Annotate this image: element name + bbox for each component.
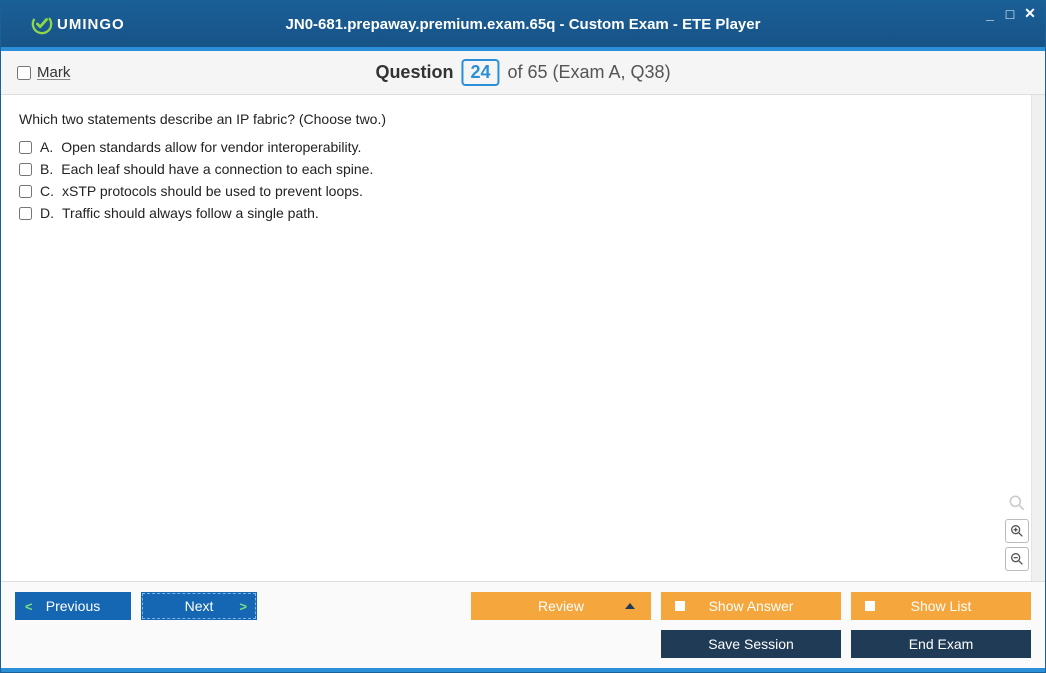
question-of-text: of 65 (Exam A, Q38) bbox=[507, 62, 670, 83]
mark-label: MMarkark bbox=[37, 64, 70, 81]
question-body: Which two statements describe an IP fabr… bbox=[1, 95, 1045, 581]
question-header: MMarkark Question 24 of 65 (Exam A, Q38) bbox=[1, 51, 1045, 95]
maximize-icon[interactable]: □ bbox=[1003, 6, 1017, 22]
window-title: JN0-681.prepaway.premium.exam.65q - Cust… bbox=[286, 16, 761, 33]
square-icon bbox=[675, 601, 685, 611]
footer-row-2: Save Session End Exam bbox=[15, 630, 1031, 658]
show-answer-button[interactable]: Show Answer bbox=[661, 592, 841, 620]
choice-text: Open standards allow for vendor interope… bbox=[61, 139, 361, 155]
choice-text: xSTP protocols should be used to prevent… bbox=[62, 183, 363, 199]
choice-a-checkbox[interactable] bbox=[19, 141, 32, 154]
previous-button[interactable]: < Previous bbox=[15, 592, 131, 620]
save-session-button[interactable]: Save Session bbox=[661, 630, 841, 658]
window-controls: _ □ ✕ bbox=[983, 5, 1037, 22]
choice-b[interactable]: B. Each leaf should have a connection to… bbox=[19, 161, 1027, 177]
choice-letter: D. bbox=[40, 205, 54, 221]
choice-c[interactable]: C. xSTP protocols should be used to prev… bbox=[19, 183, 1027, 199]
show-list-button[interactable]: Show List bbox=[851, 592, 1031, 620]
footer-row-1: < Previous Next > Review Show Answer Sho… bbox=[15, 592, 1031, 620]
footer: < Previous Next > Review Show Answer Sho… bbox=[1, 581, 1045, 668]
choice-letter: C. bbox=[40, 183, 54, 199]
zoom-in-button[interactable] bbox=[1005, 519, 1029, 543]
zoom-out-button[interactable] bbox=[1005, 547, 1029, 571]
end-exam-button[interactable]: End Exam bbox=[851, 630, 1031, 658]
question-title: Question 24 of 65 (Exam A, Q38) bbox=[375, 59, 670, 86]
title-bar: UMINGO JN0-681.prepaway.premium.exam.65q… bbox=[1, 1, 1045, 47]
chevron-right-icon: > bbox=[239, 599, 247, 614]
choice-d-checkbox[interactable] bbox=[19, 207, 32, 220]
app-logo: UMINGO bbox=[31, 13, 125, 35]
bottom-accent-bar bbox=[1, 668, 1045, 672]
review-button[interactable]: Review bbox=[471, 592, 651, 620]
mark-checkbox[interactable] bbox=[17, 66, 31, 80]
scrollbar[interactable] bbox=[1031, 95, 1045, 581]
close-icon[interactable]: ✕ bbox=[1023, 5, 1037, 22]
search-icon[interactable] bbox=[1005, 491, 1029, 515]
logo-text: UMINGO bbox=[57, 16, 125, 33]
choice-b-checkbox[interactable] bbox=[19, 163, 32, 176]
mark-checkbox-wrap[interactable]: MMarkark bbox=[17, 64, 70, 81]
minimize-icon[interactable]: _ bbox=[983, 6, 997, 22]
question-label: Question bbox=[375, 62, 453, 83]
square-icon bbox=[865, 601, 875, 611]
choice-letter: A. bbox=[40, 139, 53, 155]
chevron-left-icon: < bbox=[25, 599, 33, 614]
choice-letter: B. bbox=[40, 161, 53, 177]
choice-a[interactable]: A. Open standards allow for vendor inter… bbox=[19, 139, 1027, 155]
question-stem: Which two statements describe an IP fabr… bbox=[19, 111, 1027, 127]
question-number[interactable]: 24 bbox=[461, 59, 499, 86]
zoom-controls bbox=[1005, 491, 1029, 571]
triangle-up-icon bbox=[625, 603, 635, 609]
choice-c-checkbox[interactable] bbox=[19, 185, 32, 198]
next-button[interactable]: Next > bbox=[141, 592, 257, 620]
choice-text: Traffic should always follow a single pa… bbox=[62, 205, 319, 221]
logo-check-icon bbox=[31, 13, 53, 35]
choice-text: Each leaf should have a connection to ea… bbox=[61, 161, 373, 177]
choice-d[interactable]: D. Traffic should always follow a single… bbox=[19, 205, 1027, 221]
